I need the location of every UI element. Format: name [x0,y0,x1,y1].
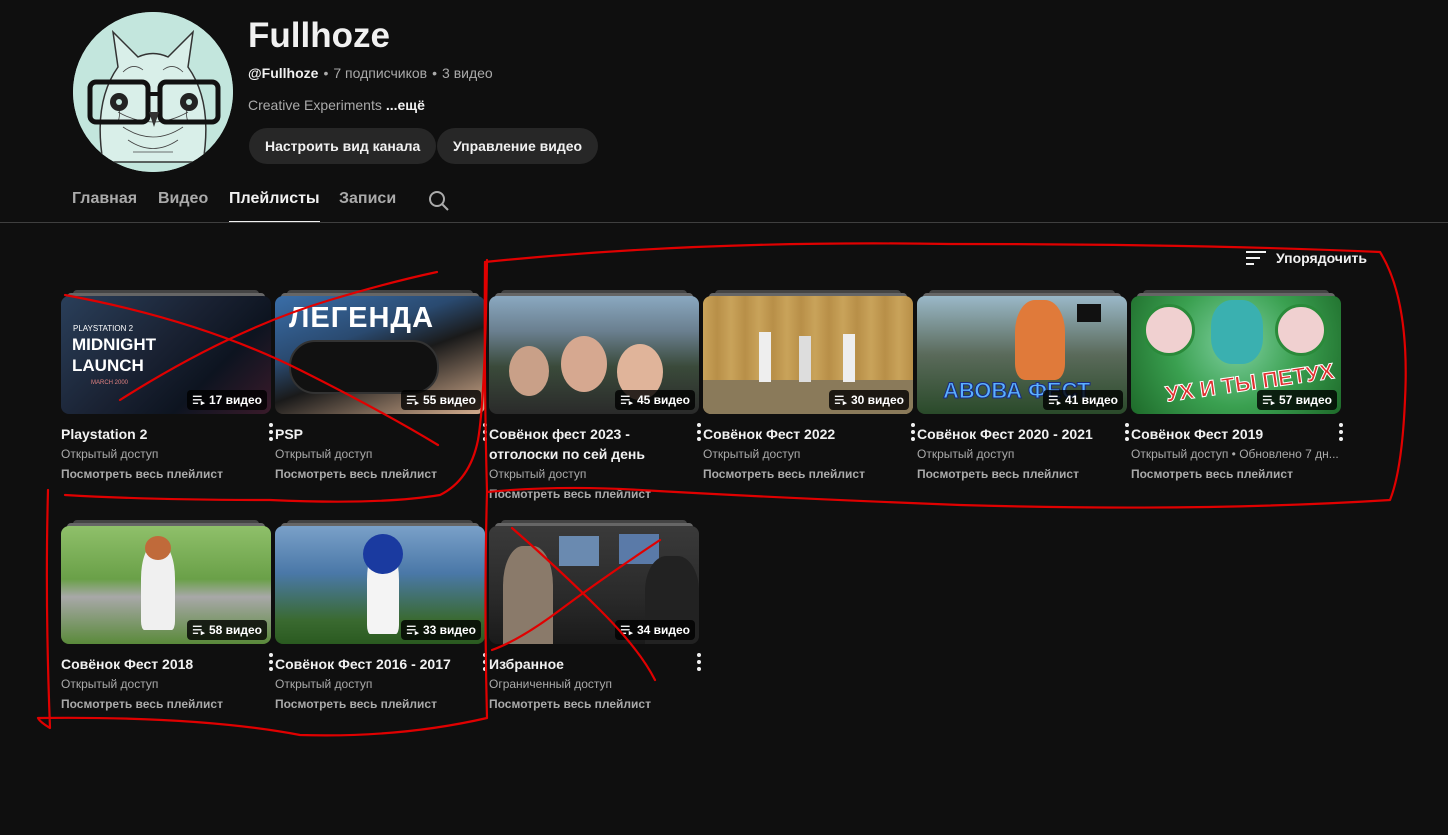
playlist-title[interactable]: PSP [275,424,460,444]
view-full-playlist-link[interactable]: Посмотреть весь плейлист [703,464,913,484]
playlist-card[interactable]: УХ И ТЫ ПЕТУХ 57 видео Совёнок Фест 2019… [1131,290,1343,484]
view-full-playlist-link[interactable]: Посмотреть весь плейлист [61,464,271,484]
playlist-access: Открытый доступ [275,677,373,691]
channel-meta: @Fullhoze • 7 подписчиков • 3 видео [248,65,493,81]
channel-avatar[interactable] [73,12,233,172]
manage-videos-button[interactable]: Управление видео [437,128,599,164]
playlist-thumbnail[interactable]: 30 видео [703,290,913,414]
playlist-thumbnail[interactable]: 58 видео [61,520,271,644]
sort-button[interactable]: Упорядочить [1244,246,1367,270]
view-full-playlist-link[interactable]: Посмотреть весь плейлист [917,464,1127,484]
playlist-card[interactable]: АВОВА ФЕСТ 41 видео Совёнок Фест 2020 - … [917,290,1129,484]
playlist-title[interactable]: Совёнок Фест 2016 - 2017 [275,654,460,674]
playlist-thumbnail[interactable]: 33 видео [275,520,485,644]
view-full-playlist-link[interactable]: Посмотреть весь плейлист [61,694,271,714]
video-count-badge: 30 видео [828,390,909,410]
more-options-icon[interactable] [687,650,711,674]
video-count-badge: 34 видео [614,620,695,640]
description-text: Creative Experiments [248,97,382,113]
playlist-icon [620,625,634,636]
playlist-thumbnail[interactable]: 45 видео [489,290,699,414]
playlist-thumbnail[interactable]: УХ И ТЫ ПЕТУХ 57 видео [1131,290,1341,414]
playlist-card[interactable]: 30 видео Совёнок Фест 2022 Открытый дост… [703,290,915,484]
playlist-access: Открытый доступ [489,467,587,481]
playlist-icon [620,395,634,406]
playlist-card[interactable]: PLAYSTATION 2 MIDNIGHT LAUNCH MARCH 2000… [61,290,273,484]
video-count-badge: 33 видео [400,620,481,640]
playlist-card[interactable]: 58 видео Совёнок Фест 2018 Открытый дост… [61,520,273,714]
video-count-badge: 58 видео [186,620,267,640]
playlist-access: Открытый доступ • Обновлено 7 дн... [1131,447,1339,461]
playlist-thumbnail[interactable]: PLAYSTATION 2 MIDNIGHT LAUNCH MARCH 2000… [61,290,271,414]
playlist-icon [1048,395,1062,406]
playlist-thumbnail[interactable]: ЛЕГЕНДА 55 видео [275,290,485,414]
playlist-icon [1262,395,1276,406]
playlist-title[interactable]: Совёнок Фест 2019 [1131,424,1316,444]
playlist-title[interactable]: Playstation 2 [61,424,246,444]
playlist-access: Ограниченный доступ [489,677,613,691]
video-count-badge: 55 видео [400,390,481,410]
playlist-icon [406,625,420,636]
subscriber-count: 7 подписчиков [333,65,428,81]
playlist-icon [834,395,848,406]
thumb-caption: MIDNIGHT LAUNCH [72,335,157,375]
more-options-icon[interactable] [1329,420,1353,444]
playlist-card[interactable]: 34 видео Избранное Ограниченный доступ П… [489,520,701,714]
tabs-divider [0,222,1448,223]
playlist-card[interactable]: 33 видео Совёнок Фест 2016 - 2017 Открыт… [275,520,487,714]
playlist-access: Открытый доступ [61,447,159,461]
video-count-badge: 17 видео [186,390,267,410]
tab-videos[interactable]: Видео [158,187,208,223]
view-full-playlist-link[interactable]: Посмотреть весь плейлист [275,464,485,484]
video-count-badge: 41 видео [1042,390,1123,410]
view-full-playlist-link[interactable]: Посмотреть весь плейлист [489,694,699,714]
playlist-thumbnail[interactable]: 34 видео [489,520,699,644]
search-icon[interactable] [427,189,451,213]
sort-icon [1246,251,1266,265]
tab-posts[interactable]: Записи [339,187,396,223]
channel-title: Fullhoze [248,16,390,55]
video-count-badge: 57 видео [1256,390,1337,410]
channel-page: Fullhoze @Fullhoze • 7 подписчиков • 3 видео… [0,0,1448,835]
playlist-access: Открытый доступ [917,447,1015,461]
playlist-access: Открытый доступ [703,447,801,461]
tab-playlists[interactable]: Плейлисты [229,187,320,223]
view-full-playlist-link[interactable]: Посмотреть весь плейлист [1131,464,1341,484]
tab-home[interactable]: Главная [72,187,137,223]
owl-avatar-icon [73,12,233,172]
playlist-thumbnail[interactable]: АВОВА ФЕСТ 41 видео [917,290,1127,414]
thumb-caption: PLAYSTATION 2 [73,324,134,333]
sort-label: Упорядочить [1276,250,1368,266]
video-count-badge: 45 видео [614,390,695,410]
thumb-caption: MARCH 2000 [91,380,129,386]
view-full-playlist-link[interactable]: Посмотреть весь плейлист [275,694,485,714]
view-full-playlist-link[interactable]: Посмотреть весь плейлист [489,484,699,504]
playlist-title[interactable]: Совёнок Фест 2020 - 2021 [917,424,1102,444]
playlist-title[interactable]: Совёнок Фест 2022 [703,424,888,444]
playlist-title[interactable]: Совёнок фест 2023 - отголоски по сей ден… [489,424,674,464]
playlist-card[interactable]: 45 видео Совёнок фест 2023 - отголоски п… [489,290,701,504]
playlist-icon [406,395,420,406]
customize-channel-button[interactable]: Настроить вид канала [249,128,437,164]
thumb-caption: ЛЕГЕНДА [289,302,435,334]
playlist-card[interactable]: ЛЕГЕНДА 55 видео PSP Открытый доступ Пос… [275,290,487,484]
playlist-icon [192,625,206,636]
playlist-icon [192,395,206,406]
playlist-title[interactable]: Совёнок Фест 2018 [61,654,246,674]
more-link[interactable]: ...ещё [386,97,425,113]
playlist-title[interactable]: Избранное [489,654,674,674]
playlist-access: Открытый доступ [61,677,159,691]
playlist-access: Открытый доступ [275,447,373,461]
video-count: 3 видео [442,65,493,81]
channel-description[interactable]: Creative Experiments ...ещё [248,97,425,113]
channel-handle: @Fullhoze [248,65,319,81]
